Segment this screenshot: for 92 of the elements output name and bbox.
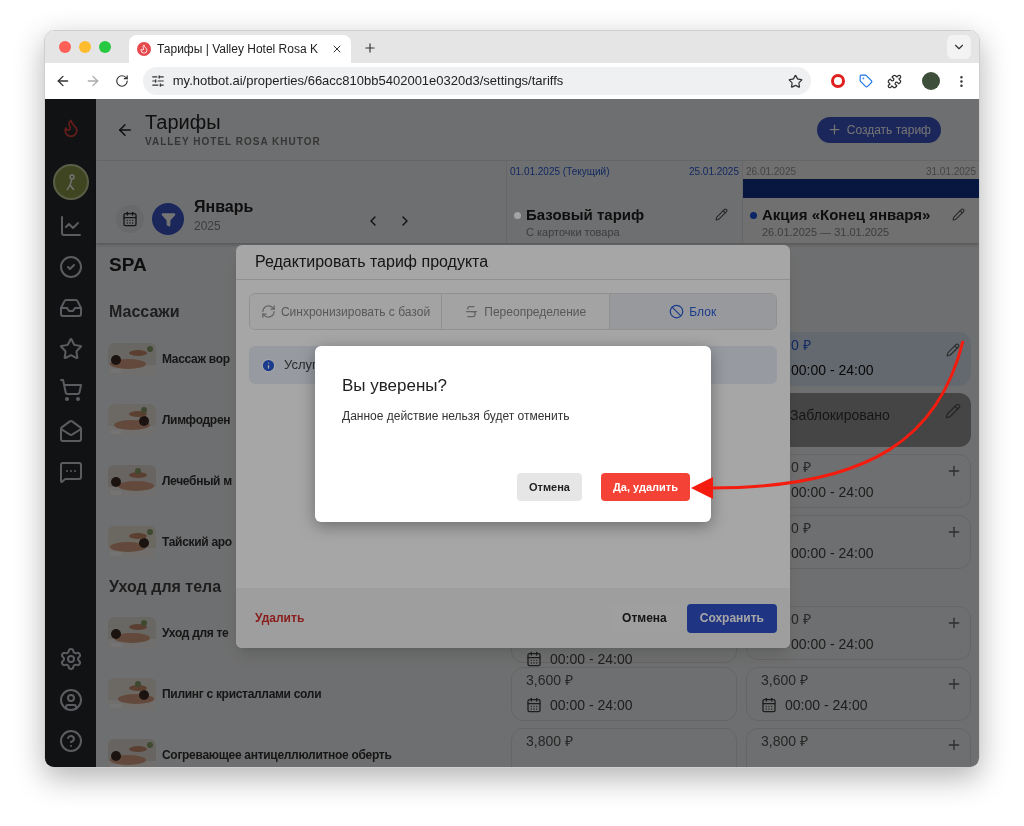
- mode-tab[interactable]: Блок: [608, 294, 776, 329]
- profile-avatar[interactable]: [922, 72, 941, 90]
- help-icon[interactable]: [58, 729, 83, 753]
- service-name: Лечебный м: [162, 472, 232, 490]
- calendar-icon: [526, 696, 542, 713]
- calendar-icon: [526, 651, 542, 667]
- calendar-icon: [761, 696, 777, 713]
- price-cell[interactable]: 3,800 ₽: [511, 727, 737, 767]
- pencil-icon[interactable]: [715, 208, 728, 221]
- browser-tab[interactable]: Тарифы | Valley Hotel Rosa K: [129, 35, 351, 63]
- url-text: my.hotbot.ai/properties/66acc810bb5402001e0320d3/settings/tariffs: [172, 72, 565, 91]
- service-name: Согревающее антицеллюлитное оберть: [162, 746, 392, 764]
- cancel-button[interactable]: Отмена: [517, 473, 582, 501]
- figure-icon: [63, 173, 78, 191]
- price-text: 3,600 ₽: [761, 670, 808, 689]
- confirm-title: Вы уверены?: [342, 375, 449, 397]
- chat-icon[interactable]: [58, 460, 83, 484]
- tariff-name: Акция «Конец января»: [762, 205, 932, 224]
- reload-icon[interactable]: [114, 74, 129, 88]
- time-range: 00:00 - 24:00: [550, 696, 633, 713]
- user-icon[interactable]: [58, 688, 83, 712]
- tag-icon[interactable]: [859, 74, 874, 88]
- service-name: Пилинг с кристаллами соли: [162, 685, 322, 703]
- calendar-button[interactable]: [116, 205, 144, 233]
- calendar-icon: [122, 211, 138, 227]
- create-tariff-button[interactable]: Создать тариф: [816, 116, 941, 143]
- save-button[interactable]: Сохранить: [686, 603, 777, 633]
- start-date: 01.01.2025 (Текущий): [510, 165, 610, 179]
- star-icon[interactable]: [58, 337, 83, 361]
- chart-icon[interactable]: [58, 214, 83, 238]
- price-text: 0 ₽: [791, 518, 811, 537]
- filter-icon: [160, 211, 176, 227]
- section-heading: Массажи: [109, 302, 180, 322]
- new-tab-icon[interactable]: [363, 41, 377, 55]
- strikethrough-icon: [464, 304, 480, 319]
- dialog-title: Редактировать тариф продукта: [255, 252, 489, 272]
- extension-icon[interactable]: [831, 74, 846, 88]
- pencil-icon[interactable]: [946, 342, 960, 357]
- tab-list-button[interactable]: [947, 35, 971, 59]
- extensions-icon[interactable]: [887, 73, 903, 89]
- tariff-name: Базовый тариф: [526, 205, 646, 224]
- group-heading: SPA: [109, 252, 147, 277]
- back-icon[interactable]: [55, 73, 71, 89]
- delete-link[interactable]: Удалить: [249, 609, 305, 627]
- price-cell[interactable]: 3,600 ₽ 00:00 - 24:00: [511, 666, 737, 721]
- favicon-icon: [137, 42, 151, 56]
- price-text: 3,600 ₽: [526, 670, 573, 689]
- price-text: 0 ₽: [791, 609, 811, 628]
- filter-button[interactable]: [152, 203, 184, 235]
- pencil-icon[interactable]: [945, 402, 961, 419]
- time-range: 00:00 - 24:00: [791, 361, 874, 378]
- address-field[interactable]: my.hotbot.ai/properties/66acc810bb5402001e0320d3/settings/tariffs: [142, 67, 812, 95]
- price-cell[interactable]: 3,600 ₽ 00:00 - 24:00: [746, 666, 971, 721]
- end-date: 25.01.2025: [688, 165, 739, 179]
- month-label: Январь: [194, 197, 254, 217]
- close-tab-icon[interactable]: [331, 43, 343, 55]
- site-settings-icon[interactable]: [150, 74, 165, 88]
- settings-icon[interactable]: [58, 647, 83, 671]
- service-name: Лимфодрен: [162, 411, 231, 429]
- tab-title: Тарифы | Valley Hotel Rosa K: [157, 41, 319, 58]
- time-range: 00:00 - 24:00: [791, 635, 874, 652]
- price-cell[interactable]: 3,800 ₽: [746, 727, 971, 767]
- cart-icon[interactable]: [58, 378, 83, 402]
- service-name: Уход для те: [162, 624, 229, 642]
- pencil-icon[interactable]: [952, 208, 965, 221]
- price-text: 0 ₽: [791, 335, 811, 354]
- confirm-delete-button[interactable]: Да, удалить: [601, 473, 690, 501]
- sync-icon: [260, 304, 276, 319]
- section-heading: Уход для тела: [109, 577, 222, 597]
- hotel-name: VALLEY HOTEL ROSA KHUTOR: [145, 135, 321, 149]
- time-range: 00:00 - 24:00: [791, 483, 874, 500]
- confirm-message: Данное действие нельзя будет отменить: [342, 407, 571, 425]
- price-text: 3,800 ₽: [761, 731, 808, 750]
- block-icon: [669, 304, 685, 319]
- info-icon: [261, 357, 276, 373]
- time-range: 00:00 - 24:00: [785, 696, 868, 713]
- check-circle-icon[interactable]: [58, 255, 83, 279]
- property-avatar[interactable]: [52, 164, 89, 200]
- price-text: 3,800 ₽: [526, 731, 573, 750]
- plus-icon: [826, 122, 842, 137]
- time-range: 00:00 - 24:00: [791, 544, 874, 561]
- mail-icon[interactable]: [58, 419, 83, 443]
- service-name: Массаж вор: [162, 350, 230, 368]
- close-window-button[interactable]: [59, 41, 71, 53]
- bookmark-icon[interactable]: [788, 73, 804, 89]
- maximize-window-button[interactable]: [99, 41, 111, 53]
- page-title: Тарифы: [145, 110, 222, 134]
- price-text: 0 ₽: [791, 457, 811, 476]
- service-name: Тайский аро: [162, 533, 232, 551]
- info-text: Услуг: [284, 356, 317, 375]
- inbox-icon[interactable]: [58, 296, 83, 320]
- time-range: 00:00 - 24:00: [550, 652, 633, 666]
